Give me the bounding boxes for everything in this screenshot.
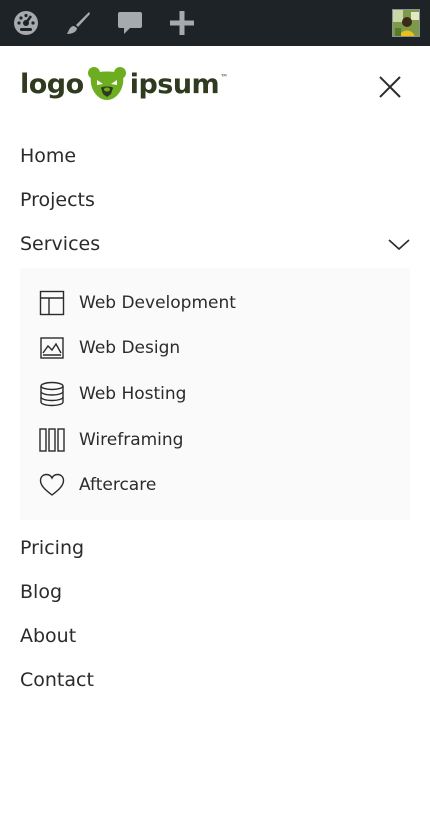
nav-items-bottom: Pricing Blog About Contact xyxy=(20,526,410,702)
mobile-nav-menu: Home Projects Services Web Development W… xyxy=(20,134,410,702)
admin-bar xyxy=(0,0,430,46)
nav-item-contact[interactable]: Contact xyxy=(20,658,410,702)
user-avatar[interactable] xyxy=(392,9,420,37)
submenu-item-label: Web Development xyxy=(79,292,236,313)
nav-item-label: Blog xyxy=(20,581,62,603)
site-logo[interactable]: logo ipsum ™ xyxy=(20,64,228,104)
submenu-item-label: Web Hosting xyxy=(79,383,187,404)
close-icon xyxy=(379,76,401,98)
plus-icon[interactable] xyxy=(168,9,196,37)
nav-item-blog[interactable]: Blog xyxy=(20,570,410,614)
submenu-item-web-design[interactable]: Web Design xyxy=(20,326,410,372)
close-menu-button[interactable] xyxy=(377,74,403,100)
submenu-item-wireframing[interactable]: Wireframing xyxy=(20,417,410,463)
submenu-item-web-development[interactable]: Web Development xyxy=(20,280,410,326)
chevron-down-icon[interactable] xyxy=(388,234,410,254)
nav-item-projects[interactable]: Projects xyxy=(20,178,410,222)
submenu-item-web-hosting[interactable]: Web Hosting xyxy=(20,371,410,417)
submenu-item-label: Aftercare xyxy=(79,475,157,496)
layout-icon xyxy=(39,290,65,316)
logo-text-right: ipsum xyxy=(129,68,220,100)
nav-item-pricing[interactable]: Pricing xyxy=(20,526,410,570)
site-header: logo ipsum ™ xyxy=(0,46,430,128)
nav-item-services[interactable]: Services xyxy=(20,222,410,266)
brush-icon[interactable] xyxy=(64,9,92,37)
heart-icon xyxy=(39,472,65,498)
submenu-item-label: Wireframing xyxy=(79,429,184,450)
submenu-item-aftercare[interactable]: Aftercare xyxy=(20,462,410,508)
nav-item-home[interactable]: Home xyxy=(20,134,410,178)
nav-item-label: Services xyxy=(20,233,101,255)
logo-text-left: logo xyxy=(20,68,84,100)
columns-icon xyxy=(39,427,65,453)
nav-item-label: About xyxy=(20,625,77,647)
dashboard-icon[interactable] xyxy=(12,9,40,37)
bear-logo-icon xyxy=(87,67,126,100)
nav-item-label: Home xyxy=(20,145,77,167)
logo-trademark: ™ xyxy=(220,73,229,82)
comment-icon[interactable] xyxy=(116,9,144,37)
nav-item-about[interactable]: About xyxy=(20,614,410,658)
image-icon xyxy=(39,335,65,361)
nav-item-label: Contact xyxy=(20,669,94,691)
nav-item-label: Projects xyxy=(20,189,95,211)
submenu-item-label: Web Design xyxy=(79,338,181,359)
nav-item-label: Pricing xyxy=(20,537,85,559)
database-icon xyxy=(39,381,65,407)
services-submenu: Web Development Web Design Web Hosting W… xyxy=(20,268,410,520)
